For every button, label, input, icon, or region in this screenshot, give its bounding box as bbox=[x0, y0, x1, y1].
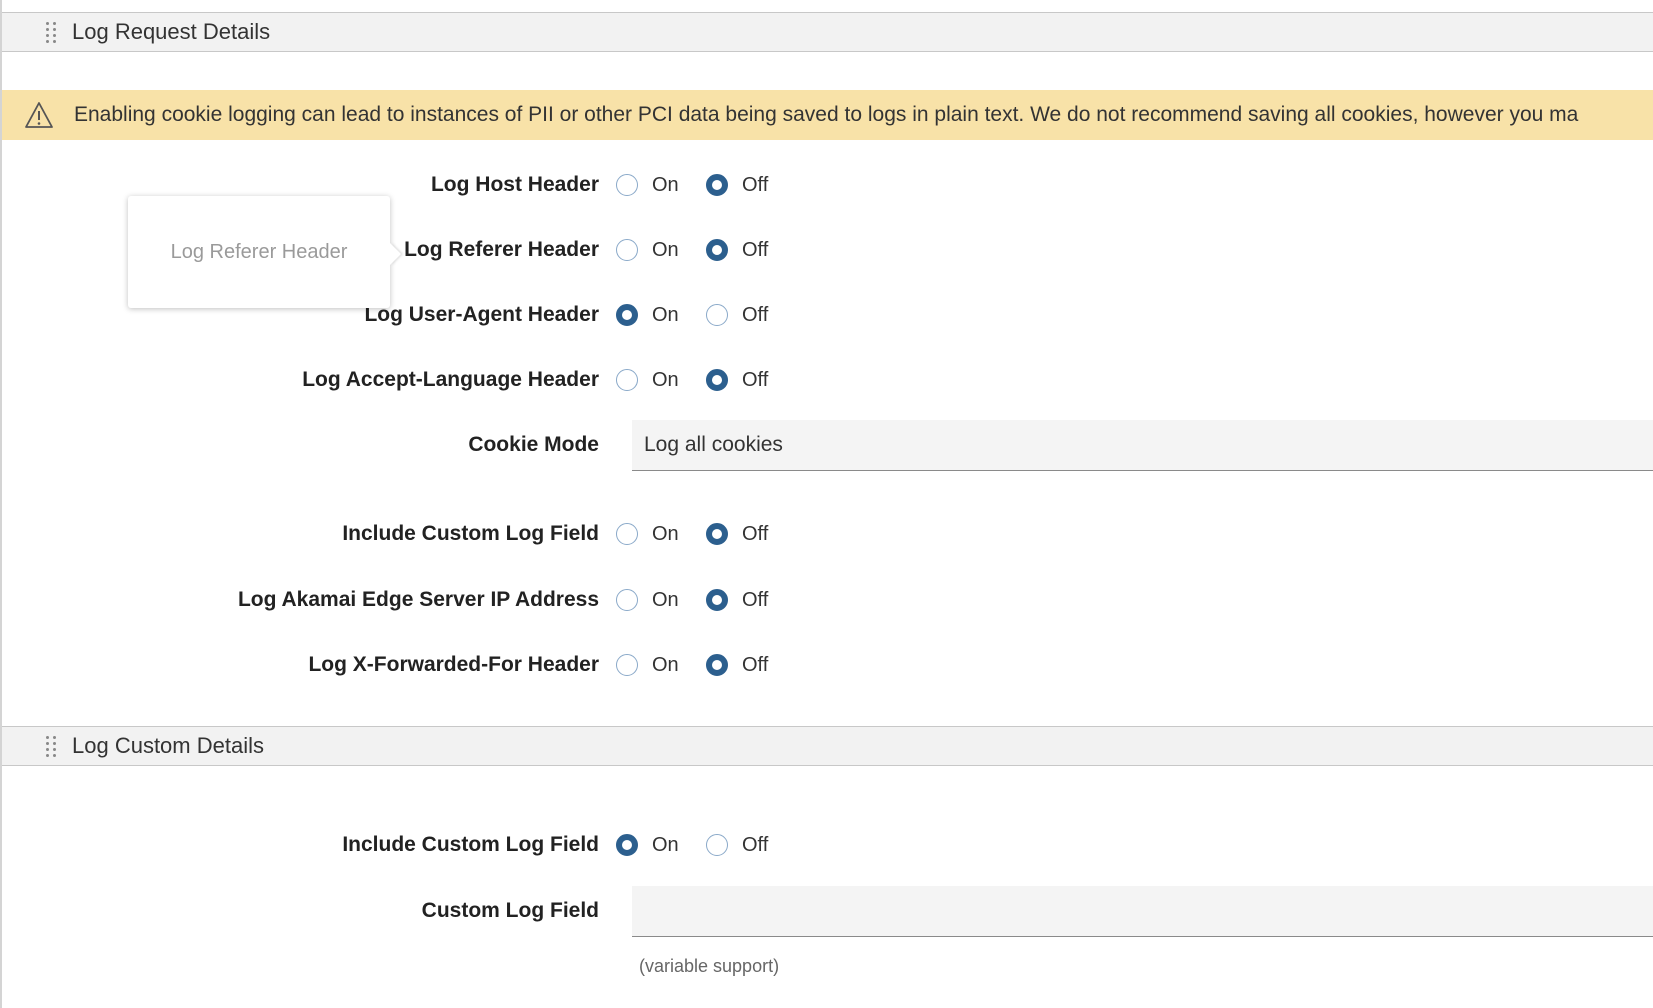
row-log-edge-server-ip: Log Akamai Edge Server IP Address On Off bbox=[2, 580, 1653, 620]
row-include-custom-log-field: Include Custom Log Field On Off bbox=[2, 514, 1653, 554]
log-host-header-on-radio[interactable]: On bbox=[616, 174, 706, 197]
radio-label-on: On bbox=[652, 238, 679, 261]
field-label: Log Host Header bbox=[430, 173, 599, 196]
radio-label-off: Off bbox=[742, 833, 769, 856]
include-custom-log-field-2-on-radio[interactable]: On bbox=[616, 834, 706, 857]
row-log-x-forwarded-for-header: Log X-Forwarded-For Header On Off bbox=[2, 645, 1653, 685]
log-referer-header-on-radio[interactable]: On bbox=[616, 239, 706, 262]
log-host-header-radio-group: On Off bbox=[616, 174, 786, 197]
log-x-forwarded-for-off-radio[interactable]: Off bbox=[706, 654, 786, 677]
radio-label-on: On bbox=[652, 833, 679, 856]
log-x-forwarded-for-radio-group: On Off bbox=[616, 654, 786, 677]
radio-circle[interactable] bbox=[616, 834, 638, 856]
radio-label-on: On bbox=[652, 653, 679, 676]
cookie-mode-selected-value: Log all cookies bbox=[644, 433, 783, 456]
radio-circle[interactable] bbox=[616, 654, 638, 676]
radio-label-off: Off bbox=[742, 303, 769, 326]
log-edge-server-ip-on-radio[interactable]: On bbox=[616, 589, 706, 612]
include-custom-log-field-radio-group: On Off bbox=[616, 523, 786, 546]
log-host-header-off-radio[interactable]: Off bbox=[706, 174, 786, 197]
log-accept-language-header-off-radio[interactable]: Off bbox=[706, 369, 786, 392]
radio-circle[interactable] bbox=[616, 174, 638, 196]
drag-handle-icon[interactable] bbox=[46, 735, 60, 757]
radio-circle[interactable] bbox=[706, 304, 728, 326]
field-label: Log Akamai Edge Server IP Address bbox=[237, 588, 599, 611]
custom-log-field-input[interactable] bbox=[632, 886, 1653, 937]
log-edge-server-ip-radio-group: On Off bbox=[616, 589, 786, 612]
radio-circle[interactable] bbox=[616, 304, 638, 326]
radio-circle[interactable] bbox=[616, 589, 638, 611]
field-label: Cookie Mode bbox=[468, 433, 599, 456]
row-include-custom-log-field-2: Include Custom Log Field On Off bbox=[2, 825, 1653, 865]
referer-header-tooltip: Log Referer Header bbox=[128, 196, 390, 308]
radio-circle[interactable] bbox=[706, 523, 728, 545]
variable-support-hint: (variable support) bbox=[639, 956, 780, 976]
row-log-accept-language-header: Log Accept-Language Header On Off bbox=[2, 360, 1653, 400]
section-title: Log Custom Details bbox=[72, 733, 264, 758]
radio-label-off: Off bbox=[742, 653, 769, 676]
log-user-agent-header-on-radio[interactable]: On bbox=[616, 304, 706, 327]
radio-circle[interactable] bbox=[616, 239, 638, 261]
warning-text: Enabling cookie logging can lead to inst… bbox=[74, 103, 1579, 126]
field-label: Log Accept-Language Header bbox=[302, 368, 599, 391]
section-header-log-custom-details[interactable]: Log Custom Details bbox=[2, 726, 1653, 766]
field-label: Include Custom Log Field bbox=[342, 833, 599, 856]
radio-label-on: On bbox=[652, 522, 679, 545]
radio-label-on: On bbox=[652, 303, 679, 326]
radio-circle[interactable] bbox=[706, 654, 728, 676]
radio-label-off: Off bbox=[742, 522, 769, 545]
log-x-forwarded-for-on-radio[interactable]: On bbox=[616, 654, 706, 677]
log-accept-language-header-on-radio[interactable]: On bbox=[616, 369, 706, 392]
include-custom-log-field-2-radio-group: On Off bbox=[616, 834, 786, 857]
radio-circle[interactable] bbox=[706, 369, 728, 391]
include-custom-log-field-2-off-radio[interactable]: Off bbox=[706, 834, 786, 857]
field-label: Log X-Forwarded-For Header bbox=[308, 653, 599, 676]
tooltip-text: Log Referer Header bbox=[170, 240, 348, 263]
radio-label-on: On bbox=[652, 368, 679, 391]
radio-label-off: Off bbox=[742, 588, 769, 611]
radio-label-on: On bbox=[652, 588, 679, 611]
section-title: Log Request Details bbox=[72, 19, 271, 44]
radio-circle[interactable] bbox=[616, 369, 638, 391]
radio-label-off: Off bbox=[742, 368, 769, 391]
warning-triangle-icon bbox=[25, 102, 53, 128]
log-accept-language-header-radio-group: On Off bbox=[616, 369, 786, 392]
log-user-agent-header-off-radio[interactable]: Off bbox=[706, 304, 786, 327]
radio-circle[interactable] bbox=[616, 523, 638, 545]
page: Log Request Details Enabling cookie logg… bbox=[0, 0, 1653, 1008]
radio-circle[interactable] bbox=[706, 239, 728, 261]
radio-circle[interactable] bbox=[706, 834, 728, 856]
radio-label-off: Off bbox=[742, 238, 769, 261]
section-header-log-request-details[interactable]: Log Request Details bbox=[2, 12, 1653, 52]
cookie-mode-select[interactable]: Log all cookies bbox=[632, 420, 1653, 471]
include-custom-log-field-on-radio[interactable]: On bbox=[616, 523, 706, 546]
field-label: Custom Log Field bbox=[421, 899, 599, 922]
radio-circle[interactable] bbox=[706, 174, 728, 196]
log-user-agent-header-radio-group: On Off bbox=[616, 304, 786, 327]
radio-label-on: On bbox=[652, 173, 679, 196]
log-referer-header-radio-group: On Off bbox=[616, 239, 786, 262]
radio-circle[interactable] bbox=[706, 589, 728, 611]
log-edge-server-ip-off-radio[interactable]: Off bbox=[706, 589, 786, 612]
field-label: Include Custom Log Field bbox=[342, 522, 599, 545]
include-custom-log-field-off-radio[interactable]: Off bbox=[706, 523, 786, 546]
drag-handle-icon[interactable] bbox=[46, 21, 60, 43]
log-referer-header-off-radio[interactable]: Off bbox=[706, 239, 786, 262]
radio-label-off: Off bbox=[742, 173, 769, 196]
cookie-warning-banner: Enabling cookie logging can lead to inst… bbox=[2, 90, 1653, 140]
